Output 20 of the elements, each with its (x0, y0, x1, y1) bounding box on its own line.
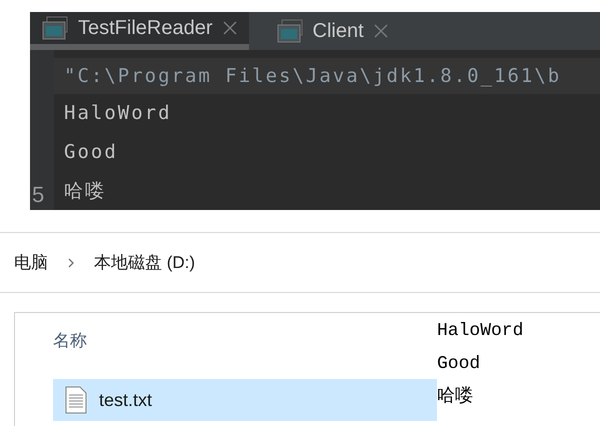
close-icon[interactable] (222, 21, 237, 35)
console-output: Good (63, 140, 118, 165)
breadcrumb-item[interactable]: 本地磁盘 (D:) (94, 250, 196, 276)
console-output: 哈喽 (63, 179, 106, 204)
console-output: HaloWord (63, 101, 172, 126)
text-line: HaloWord (437, 320, 524, 343)
console-icon (276, 19, 303, 43)
text-file-icon (65, 386, 87, 414)
text-line: 哈喽 (437, 385, 473, 409)
close-icon[interactable] (374, 24, 388, 38)
breadcrumb-item[interactable]: 电脑 (14, 250, 48, 276)
console-icon (42, 16, 68, 40)
text-line: Good (437, 353, 480, 376)
console-command: "C:\Program Files\Java\jdk1.8.0_161\b (54, 58, 600, 94)
line-number: 5 (32, 181, 44, 209)
console-tab[interactable]: TestFileReader (30, 12, 249, 50)
chevron-right-icon (68, 258, 74, 268)
column-header[interactable]: 名称 (53, 327, 87, 379)
console-tab[interactable]: Client (248, 12, 416, 50)
file-row[interactable]: test.txt (53, 379, 437, 421)
